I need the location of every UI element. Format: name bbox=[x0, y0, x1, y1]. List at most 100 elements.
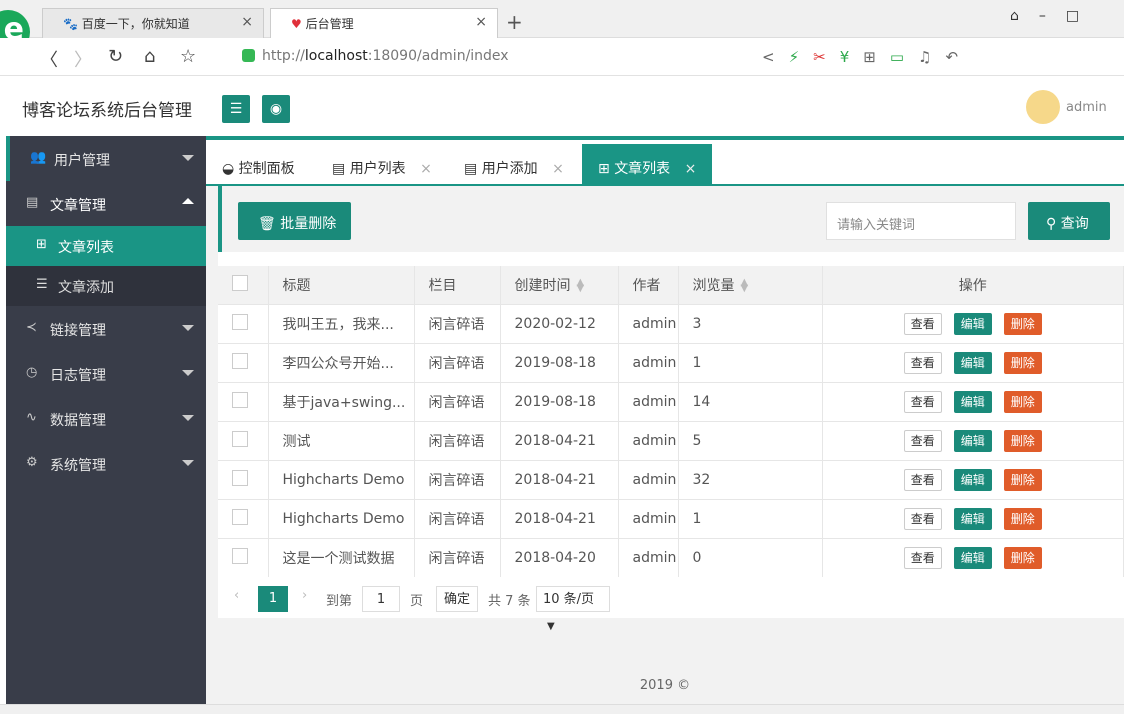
row-checkbox[interactable] bbox=[232, 547, 248, 564]
edit-button[interactable]: 编辑 bbox=[953, 390, 992, 413]
table-row: 基于java+swing... 闲言碎语 2019-08-18 admin 14 查看 编辑… bbox=[218, 381, 1124, 421]
edit-button[interactable]: 编辑 bbox=[953, 312, 992, 335]
edit-button[interactable]: 编辑 bbox=[953, 468, 992, 491]
minimize-icon[interactable]: – bbox=[1039, 8, 1066, 24]
delete-button[interactable]: 删除 bbox=[1003, 468, 1042, 491]
search-button[interactable]: ⚲ 查询 bbox=[1028, 202, 1110, 240]
browser-tab-baidu[interactable]: 🐾 百度一下，你就知道 × bbox=[42, 8, 264, 38]
table-row: 测试 闲言碎语 2018-04-21 admin 5 查看 编辑 删除 bbox=[218, 420, 1124, 460]
header-category: 栏目 bbox=[414, 266, 501, 304]
row-select-cell[interactable] bbox=[218, 420, 269, 460]
goto-page-input[interactable]: 1 bbox=[362, 586, 400, 612]
share-icon[interactable]: < bbox=[762, 48, 789, 66]
sidebar-subitem-article-list[interactable]: ⊞ 文章列表 bbox=[6, 226, 206, 266]
sort-icon[interactable]: ▲ ▼ bbox=[741, 277, 749, 293]
close-tab-icon[interactable]: × bbox=[241, 14, 253, 30]
row-select-cell[interactable] bbox=[218, 459, 269, 499]
sidebar-item-users[interactable]: 👥 用户管理 bbox=[6, 136, 206, 181]
tab-article-list[interactable]: ⊞ 文章列表 × bbox=[582, 144, 712, 186]
edit-button[interactable]: 编辑 bbox=[953, 429, 992, 452]
forward-icon[interactable]: 〉 bbox=[74, 46, 92, 72]
reload-icon[interactable]: ↻ bbox=[108, 46, 123, 67]
sidebar-subitem-article-add[interactable]: ☰ 文章添加 bbox=[6, 266, 206, 306]
header-created[interactable]: 创建时间 ▲ ▼ bbox=[500, 266, 619, 304]
home-icon[interactable]: ⌂ bbox=[144, 46, 155, 67]
row-checkbox[interactable] bbox=[232, 508, 248, 525]
new-tab-button[interactable]: + bbox=[506, 10, 523, 34]
delete-button[interactable]: 删除 bbox=[1003, 390, 1042, 413]
close-icon[interactable]: × bbox=[552, 161, 564, 177]
view-button[interactable]: 查看 bbox=[903, 351, 942, 374]
row-checkbox[interactable] bbox=[232, 391, 248, 408]
table-body: 我叫王五，我来... 闲言碎语 2020-02-12 admin 3 查看 编辑 删除 李四公众… bbox=[218, 303, 1124, 577]
star-icon[interactable]: ☆ bbox=[180, 46, 196, 67]
edit-button[interactable]: 编辑 bbox=[953, 546, 992, 569]
next-page-icon[interactable]: › bbox=[302, 588, 307, 603]
delete-button[interactable]: 删除 bbox=[1003, 429, 1042, 452]
view-button[interactable]: 查看 bbox=[903, 390, 942, 413]
battery-icon[interactable]: ▭ bbox=[890, 48, 918, 66]
delete-button[interactable]: 删除 bbox=[1003, 312, 1042, 335]
delete-button[interactable]: 删除 bbox=[1003, 507, 1042, 530]
scissors-icon[interactable]: ✂ bbox=[813, 48, 840, 66]
prev-page-icon[interactable]: ‹ bbox=[234, 588, 239, 603]
row-checkbox[interactable] bbox=[232, 313, 248, 330]
delete-button[interactable]: 删除 bbox=[1003, 351, 1042, 374]
shirt-icon[interactable]: ⌂ bbox=[1010, 8, 1039, 24]
extension-icon[interactable]: ⊞ bbox=[863, 48, 890, 66]
row-select-cell[interactable] bbox=[218, 498, 269, 538]
row-select-cell[interactable] bbox=[218, 342, 269, 382]
back-icon[interactable]: 〈 bbox=[40, 46, 58, 72]
page-size-select[interactable]: 10 条/页 ▼ bbox=[536, 586, 610, 632]
view-button[interactable]: 查看 bbox=[903, 468, 942, 491]
row-checkbox[interactable] bbox=[232, 469, 248, 486]
sidebar-item-logs[interactable]: ◷ 日志管理 bbox=[6, 351, 206, 396]
menu-toggle-button[interactable]: ☰ bbox=[222, 95, 250, 123]
batch-delete-button[interactable]: 🗑 批量删除 bbox=[238, 202, 351, 240]
sort-icon[interactable]: ▲ ▼ bbox=[577, 277, 585, 293]
view-button[interactable]: 查看 bbox=[903, 429, 942, 452]
undo-icon[interactable]: ↶ bbox=[945, 48, 972, 66]
globe-button[interactable]: ◉ bbox=[262, 95, 290, 123]
sidebar-item-system[interactable]: ⚙ 系统管理 bbox=[6, 441, 206, 486]
delete-button[interactable]: 删除 bbox=[1003, 546, 1042, 569]
category-cell: 闲言碎语 bbox=[414, 342, 501, 382]
close-tab-icon[interactable]: × bbox=[475, 14, 487, 30]
tab-user-add[interactable]: ▤ 用户添加 × bbox=[464, 144, 582, 186]
view-button[interactable]: 查看 bbox=[903, 546, 942, 569]
edit-button[interactable]: 编辑 bbox=[953, 351, 992, 374]
title-cell: 这是一个测试数据 bbox=[268, 537, 415, 577]
browser-tab-admin[interactable]: ♥ 后台管理 × bbox=[270, 8, 498, 38]
lightning-icon[interactable]: ⚡ bbox=[789, 48, 814, 66]
search-input[interactable]: 请输入关键词 bbox=[826, 202, 1016, 240]
tab-user-list[interactable]: ▤ 用户列表 × bbox=[332, 144, 454, 186]
edit-button[interactable]: 编辑 bbox=[953, 507, 992, 530]
avatar[interactable] bbox=[1026, 90, 1060, 124]
goto-confirm-button[interactable]: 确定 bbox=[436, 586, 478, 612]
header-views[interactable]: 浏览量 ▲ ▼ bbox=[678, 266, 823, 304]
category-cell: 闲言碎语 bbox=[414, 381, 501, 421]
sidebar-item-articles[interactable]: ▤ 文章管理 bbox=[6, 181, 206, 226]
close-icon[interactable]: × bbox=[685, 161, 697, 177]
row-select-cell[interactable] bbox=[218, 381, 269, 421]
row-checkbox[interactable] bbox=[232, 430, 248, 447]
current-page[interactable]: 1 bbox=[258, 586, 288, 612]
view-button[interactable]: 查看 bbox=[903, 312, 942, 335]
close-icon[interactable]: × bbox=[420, 161, 432, 177]
table-row: Highcharts Demo 闲言碎语 2018-04-21 admin 1 查看 编辑删… bbox=[218, 498, 1124, 538]
row-select-cell[interactable] bbox=[218, 537, 269, 577]
shield-icon[interactable]: ¥ bbox=[840, 48, 864, 66]
view-button[interactable]: 查看 bbox=[903, 507, 942, 530]
sidebar-item-data[interactable]: ∿ 数据管理 bbox=[6, 396, 206, 441]
sidebar-item-links[interactable]: ≺ 链接管理 bbox=[6, 306, 206, 351]
row-checkbox[interactable] bbox=[232, 352, 248, 369]
select-all-checkbox[interactable] bbox=[232, 274, 248, 291]
maximize-icon[interactable]: □ bbox=[1066, 8, 1099, 24]
url-field[interactable]: http://localhost:18090/admin/index bbox=[262, 48, 509, 64]
headset-icon[interactable]: ♫ bbox=[918, 48, 945, 66]
select-all-cell[interactable] bbox=[218, 266, 269, 304]
admin-user-name[interactable]: admin bbox=[1066, 100, 1107, 115]
tab-dashboard[interactable]: ◒ 控制面板 bbox=[222, 144, 326, 186]
row-select-cell[interactable] bbox=[218, 303, 269, 343]
list-icon: ☰ bbox=[36, 277, 48, 292]
